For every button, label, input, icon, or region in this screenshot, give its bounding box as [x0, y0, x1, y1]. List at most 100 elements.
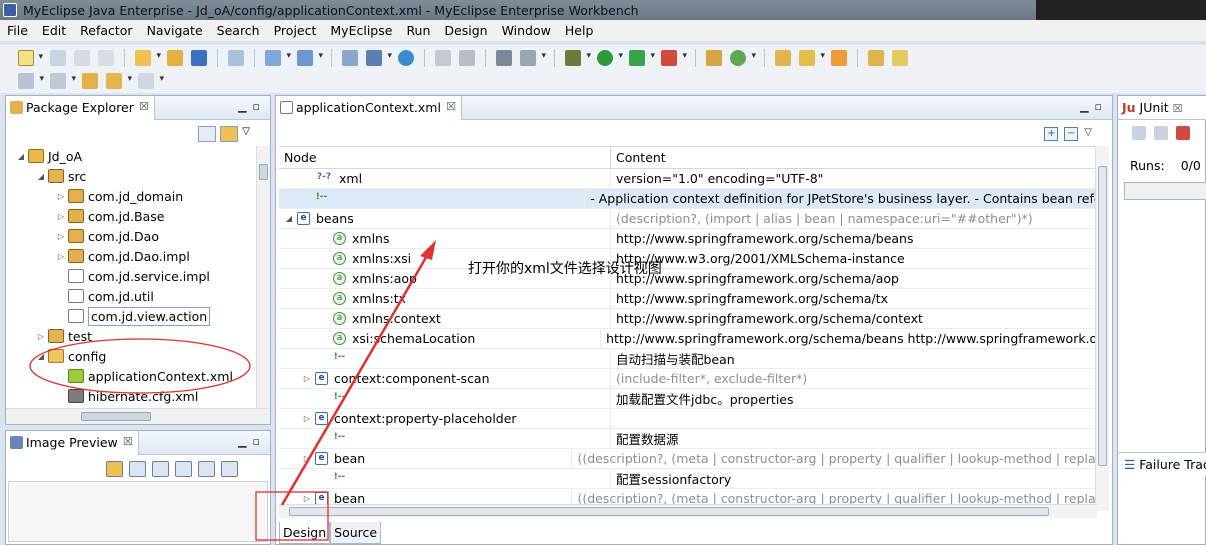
tree-item[interactable]: ▷ test [6, 326, 256, 346]
close-icon[interactable]: ☒ [139, 100, 149, 113]
link-icon[interactable] [106, 461, 123, 477]
database-icon[interactable] [366, 49, 392, 66]
node-cell[interactable]: !-- [279, 189, 586, 208]
grid-vertical-scrollbar[interactable] [1095, 146, 1109, 511]
node-cell[interactable]: !-- [279, 349, 611, 368]
expanded-arrow-icon[interactable]: ◢ [16, 152, 26, 161]
node-cell[interactable]: ▷ e bean [279, 449, 573, 468]
minimize-maximize-icons[interactable]: ▁▫ [1080, 100, 1108, 113]
save-icon[interactable] [50, 49, 66, 66]
run-icon[interactable] [597, 49, 623, 66]
node-cell[interactable]: !-- [279, 429, 611, 448]
content-cell[interactable]: http://www.springframework.org/schema/be… [601, 329, 1097, 348]
expanded-arrow-icon[interactable]: ◢ [36, 352, 46, 361]
minimize-maximize-icons[interactable]: ▁▫ [238, 435, 266, 448]
deploy-icon[interactable] [191, 49, 207, 66]
new-wizard-icon[interactable] [18, 49, 43, 66]
grid-row[interactable]: a xmlns:tx http://www.springframework.org/… [279, 289, 1097, 309]
tab-image-preview[interactable]: Image Preview ☒ [6, 431, 139, 455]
content-cell[interactable]: 自动扫描与装配bean [611, 349, 735, 368]
debug-icon[interactable] [565, 49, 591, 66]
content-cell[interactable]: ((description?, (meta | constructor-arg … [572, 449, 1097, 468]
content-cell[interactable]: (description?, (import | alias | bean | … [611, 209, 1033, 228]
node-cell[interactable]: a xsi:schemaLocation [279, 329, 602, 348]
web-services-icon[interactable] [297, 49, 323, 66]
search-refresh-icon[interactable] [730, 49, 756, 66]
content-cell[interactable]: - Application context definition for JPe… [585, 189, 1097, 208]
menu-design[interactable]: Design [437, 23, 494, 38]
monitor-icon[interactable] [342, 49, 358, 66]
package-tree-horizontal-scrollbar[interactable] [6, 408, 270, 424]
pen-icon[interactable] [799, 49, 825, 66]
tree-item[interactable]: hibernate.cfg.xml [6, 386, 256, 406]
menu-window[interactable]: Window [495, 23, 558, 38]
tree-item[interactable]: ◢ src [6, 166, 256, 186]
grid-horizontal-scrollbar[interactable] [279, 504, 1097, 518]
grid-row[interactable]: a xmlns:context http://www.springframework… [279, 309, 1097, 329]
expanded-arrow-icon[interactable]: ◢ [283, 214, 295, 223]
node-cell[interactable]: a xmlns [279, 229, 611, 248]
close-icon[interactable]: ☒ [446, 100, 456, 113]
grid-row[interactable]: a xmlns http://www.springframework.org/sch… [279, 229, 1097, 249]
tree-item[interactable]: com.jd.util [6, 286, 256, 306]
expanded-arrow-icon[interactable]: ◢ [36, 172, 46, 181]
annotation-icon[interactable] [868, 49, 884, 66]
next-annotation-icon[interactable] [18, 72, 44, 89]
column-header-node[interactable]: Node [279, 147, 611, 168]
tree-item[interactable]: ▷ com.jd.Base [6, 206, 256, 226]
task-icon[interactable] [892, 49, 908, 66]
tab-design[interactable]: Design [279, 522, 331, 544]
menu-edit[interactable]: Edit [35, 23, 73, 38]
back-icon[interactable] [106, 72, 132, 89]
menu-file[interactable]: File [0, 23, 35, 38]
hand-icon[interactable] [831, 49, 847, 66]
collapsed-arrow-icon[interactable]: ▷ [56, 232, 66, 241]
tab-junit[interactable]: Ju JUnit ☒ [1118, 96, 1206, 120]
column-header-content[interactable]: Content [611, 147, 671, 168]
actual-size-icon[interactable] [198, 461, 215, 477]
menu-search[interactable]: Search [210, 23, 267, 38]
collapsed-arrow-icon[interactable]: ▷ [56, 212, 66, 221]
grid-row[interactable]: ▷ e context:property-placeholder [279, 409, 1097, 429]
save-all-icon[interactable] [74, 49, 90, 66]
tab-package-explorer[interactable]: Package Explorer ☒ [6, 96, 155, 120]
collapsed-arrow-icon[interactable]: ▷ [301, 414, 313, 423]
collapsed-arrow-icon[interactable]: ▷ [56, 192, 66, 201]
grid-row[interactable]: !-- - Application context definition for… [279, 189, 1097, 209]
node-cell[interactable]: a xmlns:context [279, 309, 611, 328]
content-cell[interactable]: http://www.springframework.org/schema/tx [611, 289, 888, 308]
open-type-icon[interactable] [167, 49, 183, 66]
grid-row[interactable]: a xsi:schemaLocation http://www.springfram… [279, 329, 1097, 349]
tab-source[interactable]: Source [330, 522, 382, 544]
tree-item[interactable]: com.jd.view.action [6, 306, 256, 326]
screenshot-icon[interactable] [496, 49, 512, 66]
minimize-maximize-icons[interactable]: ▁▫ [238, 100, 266, 113]
tree-item[interactable]: ▷ com.jd_domain [6, 186, 256, 206]
globe-icon[interactable] [398, 49, 414, 66]
grid-row[interactable]: !-- 自动扫描与装配bean [279, 349, 1097, 369]
show-failures-only-icon[interactable] [1176, 126, 1190, 140]
node-cell[interactable]: ▷ e context:component-scan [279, 369, 611, 388]
close-icon[interactable]: ☒ [123, 435, 133, 448]
node-cell[interactable]: a xmlns:tx [279, 289, 611, 308]
zoom-out-icon[interactable] [152, 461, 169, 477]
tree-item[interactable]: ▷ com.jd.Dao [6, 226, 256, 246]
grid-row[interactable]: !-- 加载配置文件jdbc。properties [279, 389, 1097, 409]
collapse-all-icon[interactable] [198, 126, 217, 142]
collapse-all-icon[interactable]: − [1064, 127, 1079, 141]
content-cell[interactable]: version="1.0" encoding="UTF-8" [611, 169, 823, 188]
grid-row[interactable]: !-- 配置sessionfactory [279, 469, 1097, 489]
server-icon[interactable] [228, 49, 244, 66]
external-tools-icon[interactable] [661, 49, 687, 66]
grid-row[interactable]: a xmlns:aop http://www.springframework.org… [279, 269, 1097, 289]
fit-window-icon[interactable] [221, 461, 238, 477]
browser-icon[interactable] [265, 49, 291, 66]
collapsed-arrow-icon[interactable]: ▷ [36, 332, 46, 341]
content-cell[interactable]: 配置sessionfactory [611, 469, 731, 488]
refresh-icon[interactable] [459, 49, 475, 66]
tree-item[interactable]: com.jd.service.impl [6, 266, 256, 286]
content-cell[interactable] [611, 409, 616, 428]
tree-item[interactable]: ◢ config [6, 346, 256, 366]
new-project-icon[interactable] [135, 49, 161, 66]
camera-icon[interactable] [520, 49, 546, 66]
